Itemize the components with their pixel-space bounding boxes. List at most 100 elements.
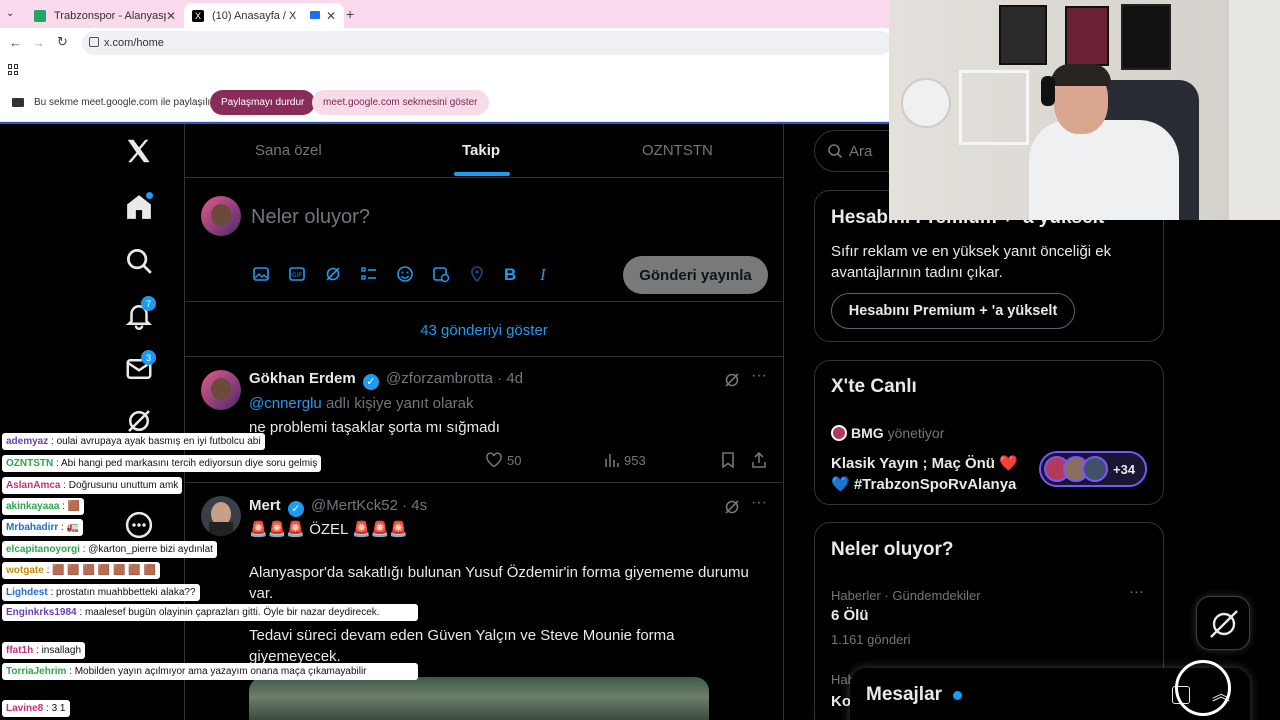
show-new-posts-link[interactable]: 43 gönderiyi göster xyxy=(185,322,783,339)
grok-compose-icon[interactable] xyxy=(324,265,342,283)
home-icon[interactable] xyxy=(124,192,156,224)
home-dot-badge xyxy=(146,192,153,199)
chat-username: AslanAmca xyxy=(6,480,61,491)
webcam-frame-tactic xyxy=(1121,4,1171,70)
divider xyxy=(185,301,783,302)
stop-sharing-button[interactable]: Paylaşmayı durdur xyxy=(210,90,316,115)
trend-name[interactable]: Ko xyxy=(831,693,851,710)
live-title: X'te Canlı xyxy=(831,376,917,397)
post-text-line: 🚨🚨🚨 ÖZEL 🚨🚨🚨 xyxy=(249,521,409,538)
composer-input[interactable]: Neler oluyor? xyxy=(251,206,370,229)
italic-icon[interactable]: I xyxy=(540,265,558,284)
webcam-headset xyxy=(1041,76,1055,106)
location-icon xyxy=(468,265,486,283)
chat-message: elcapitanoyorgi : @karton_pierre bizi ay… xyxy=(2,541,217,558)
chat-text: : @karton_pierre bizi aydınlat xyxy=(82,544,213,555)
back-icon[interactable]: ← xyxy=(9,35,22,50)
chat-text: : 3 1 xyxy=(46,703,66,714)
trend-more-icon[interactable]: ··· xyxy=(1129,583,1144,600)
tab-takip[interactable]: Takip xyxy=(462,142,500,159)
sharing-message: Bu sekme meet.google.com ile paylaşılıyo… xyxy=(34,97,225,108)
listeners-pill[interactable]: +34 xyxy=(1039,451,1147,487)
reply-suffix: adlı kişiye yanıt olarak xyxy=(325,395,474,412)
circle-overlay-icon xyxy=(1175,660,1231,716)
tab-title: Trabzonspor - Alanyaspor canlı xyxy=(54,9,166,22)
webcam-fan xyxy=(901,78,951,128)
apps-grid-icon[interactable] xyxy=(8,64,19,75)
x-logo-icon[interactable] xyxy=(124,136,156,168)
author-name[interactable]: Mert xyxy=(249,497,281,514)
post-button[interactable]: Gönderi yayınla xyxy=(623,256,768,294)
listener-count: +34 xyxy=(1113,462,1136,477)
search-icon xyxy=(827,143,843,159)
chat-username: ffat1h xyxy=(6,645,34,656)
webcam-frame-jersey xyxy=(1065,6,1109,66)
more-circle-icon[interactable] xyxy=(124,510,156,542)
messages-envelope-icon[interactable]: 3 xyxy=(124,350,156,386)
chat-message: Lighdest : prostatın muahbbetteki alaka?… xyxy=(2,584,200,601)
url-input[interactable]: x.com/home xyxy=(82,31,892,55)
new-tab-icon[interactable]: + xyxy=(346,6,354,22)
chat-username: TorriaJehrim xyxy=(6,666,67,677)
share-icon[interactable] xyxy=(750,451,768,469)
search-icon[interactable] xyxy=(124,246,156,278)
views-count: 953 xyxy=(624,453,646,468)
chat-message: ademyaz : oulai avrupaya ayak basmış en … xyxy=(2,433,265,450)
chat-message: Lavine8 : 3 1 xyxy=(2,700,70,717)
emoji-icon[interactable] xyxy=(396,265,414,283)
post-time[interactable]: · 4d xyxy=(497,370,523,387)
avatar[interactable] xyxy=(201,496,241,536)
reply-to-link[interactable]: @cnnerglu xyxy=(249,395,322,412)
host-name[interactable]: BMG xyxy=(851,425,884,441)
author-handle[interactable]: @zforzambrotta xyxy=(386,370,493,387)
premium-upgrade-button[interactable]: Hesabını Premium + 'a yükselt xyxy=(831,293,1075,329)
sheets-favicon-icon xyxy=(34,9,46,22)
author-handle[interactable]: @MertKck52 xyxy=(311,497,398,514)
search-placeholder: Ara xyxy=(849,143,873,160)
close-tab-icon[interactable]: ✕ xyxy=(326,9,336,23)
tab-trabzonspor[interactable]: Trabzonspor - Alanyaspor canlı ✕ xyxy=(26,3,184,28)
screen-share-icon xyxy=(310,11,320,19)
sharing-icon xyxy=(12,98,24,107)
more-options-icon[interactable]: ··· xyxy=(751,494,767,512)
show-meet-tab-button[interactable]: meet.google.com sekmesini göster xyxy=(312,90,489,115)
more-options-icon[interactable]: ··· xyxy=(751,367,767,385)
tab-sana-ozel[interactable]: Sana özel xyxy=(255,142,322,159)
divider xyxy=(185,482,783,483)
tab-list-chevron-icon[interactable]: ⌄ xyxy=(6,8,18,20)
forward-icon[interactable]: → xyxy=(32,35,45,50)
schedule-icon[interactable] xyxy=(432,265,450,283)
like-icon[interactable] xyxy=(485,451,503,469)
space-title[interactable]: Klasik Yayın ; Maç Önü ❤️ 💙 #TrabzonSpoR… xyxy=(831,453,1027,495)
messages-badge: 3 xyxy=(141,350,156,365)
avatar[interactable] xyxy=(201,196,241,236)
notifications-badge: 7 xyxy=(141,296,156,311)
close-tab-icon[interactable]: ✕ xyxy=(166,9,176,23)
reload-icon[interactable]: ↻ xyxy=(57,34,68,50)
gif-icon[interactable]: GIF xyxy=(288,265,306,283)
notifications-bell-icon[interactable]: 7 xyxy=(124,296,156,332)
avatar[interactable] xyxy=(201,370,241,410)
grok-post-icon[interactable] xyxy=(723,498,741,516)
verified-badge-icon: ✓ xyxy=(362,374,379,390)
post-header: Gökhan Erdem ✓ @zforzambrotta · 4d xyxy=(249,370,523,390)
post-time[interactable]: · 4s xyxy=(402,497,427,514)
poll-icon[interactable] xyxy=(360,265,378,283)
messages-title: Mesajlar xyxy=(866,684,943,705)
author-name[interactable]: Gökhan Erdem xyxy=(249,370,356,387)
post-media-image[interactable] xyxy=(249,677,709,720)
active-tab-indicator xyxy=(454,172,510,176)
grok-floating-button[interactable] xyxy=(1196,596,1250,650)
chat-username: wotgate xyxy=(6,565,44,576)
tab-x-home[interactable]: X (10) Anasayfa / X ✕ xyxy=(184,3,344,28)
grok-post-icon[interactable] xyxy=(723,371,741,389)
site-info-icon[interactable] xyxy=(89,37,99,47)
tab-ozntstn[interactable]: OZNTSTN xyxy=(642,142,713,159)
views-icon[interactable] xyxy=(603,451,621,469)
chat-message: Enginkrks1984 : maalesef bugün olayinin … xyxy=(2,604,418,621)
chat-message: ffat1h : insallagh xyxy=(2,642,86,659)
bookmark-icon[interactable] xyxy=(719,451,737,469)
image-icon[interactable] xyxy=(252,265,270,283)
bold-icon[interactable]: B xyxy=(504,265,522,284)
trend-name[interactable]: 6 Ölü xyxy=(831,607,869,624)
